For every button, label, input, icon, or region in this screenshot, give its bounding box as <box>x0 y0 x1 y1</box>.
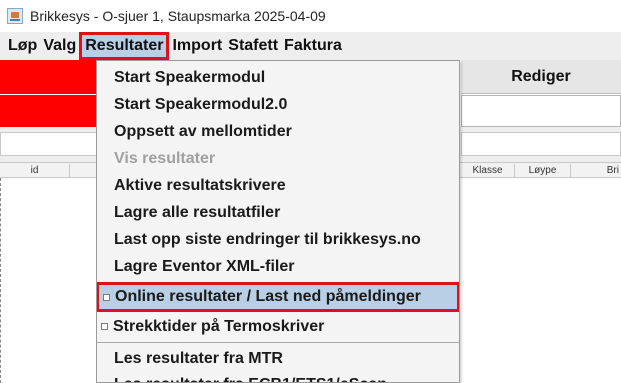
rediger-button[interactable]: Rediger <box>461 60 621 94</box>
java-app-icon <box>7 8 23 24</box>
window-title: Brikkesys - O-sjuer 1, Staupsmarka 2025-… <box>30 8 326 24</box>
column-header-klasse[interactable]: Klasse <box>461 164 515 178</box>
red-status-panel <box>0 60 97 94</box>
column-header-blank[interactable] <box>70 164 97 178</box>
menu-item-lagre-resultatfiler[interactable]: Lagre alle resultatfiler <box>97 199 459 226</box>
menu-import[interactable]: Import <box>169 32 225 60</box>
menu-resultater[interactable]: Resultater <box>79 32 170 60</box>
column-header-loype[interactable]: Løype <box>515 164 571 178</box>
column-header-bri[interactable]: Bri <box>571 164 621 178</box>
menu-valg[interactable]: Valg <box>40 32 79 60</box>
menu-item-aktive-resultatskrivere[interactable]: Aktive resultatskrivere <box>97 172 459 199</box>
menu-item-vis-resultater: Vis resultater <box>114 149 216 167</box>
resultater-dropdown-menu: Start Speakermodul Start Speakermodul2.0… <box>96 60 460 383</box>
menu-item-online-resultater-label: Online resultater / Last ned påmeldinger <box>115 288 421 305</box>
filter-input-left[interactable] <box>0 132 97 156</box>
menu-faktura[interactable]: Faktura <box>281 32 345 60</box>
menu-lop[interactable]: Løp <box>0 32 40 60</box>
menu-item-les-ecb1[interactable]: Les resultater fra ECB1/ETS1/eScan <box>97 371 459 383</box>
menu-item-les-mtr[interactable]: Les resultater fra MTR <box>97 345 459 372</box>
menu-item-lagre-eventor-xml[interactable]: Lagre Eventor XML-filer <box>97 253 459 280</box>
checkbox-icon[interactable] <box>103 293 110 301</box>
title-bar: Brikkesys - O-sjuer 1, Staupsmarka 2025-… <box>0 0 621 32</box>
menu-separator <box>97 342 459 343</box>
menu-stafett[interactable]: Stafett <box>225 32 281 60</box>
column-header-id[interactable]: id <box>0 164 70 178</box>
checkbox-icon[interactable] <box>101 323 108 330</box>
rediger-label: Rediger <box>511 67 571 85</box>
menu-item-start-speakermodul[interactable]: Start Speakermodul <box>97 64 459 91</box>
menu-item-online-resultater[interactable]: Online resultater / Last ned påmeldinger <box>97 282 459 312</box>
menu-bar: Løp Valg Resultater Import Stafett Faktu… <box>0 32 621 60</box>
red-status-panel-2 <box>0 95 97 127</box>
search-field[interactable] <box>461 95 621 127</box>
filter-input-right[interactable] <box>461 132 621 156</box>
divider <box>0 178 2 383</box>
menu-item-last-opp-endringer[interactable]: Last opp siste endringer til brikkesys.n… <box>97 226 459 253</box>
menu-item-strekktider-label: Strekktider på Termoskriver <box>113 317 325 335</box>
menu-item-start-speakermodul2[interactable]: Start Speakermodul2.0 <box>97 91 459 118</box>
menu-item-strekktider-termoskriver[interactable]: Strekktider på Termoskriver <box>97 313 459 340</box>
menu-item-oppsett-mellomtider[interactable]: Oppsett av mellomtider <box>97 118 459 145</box>
